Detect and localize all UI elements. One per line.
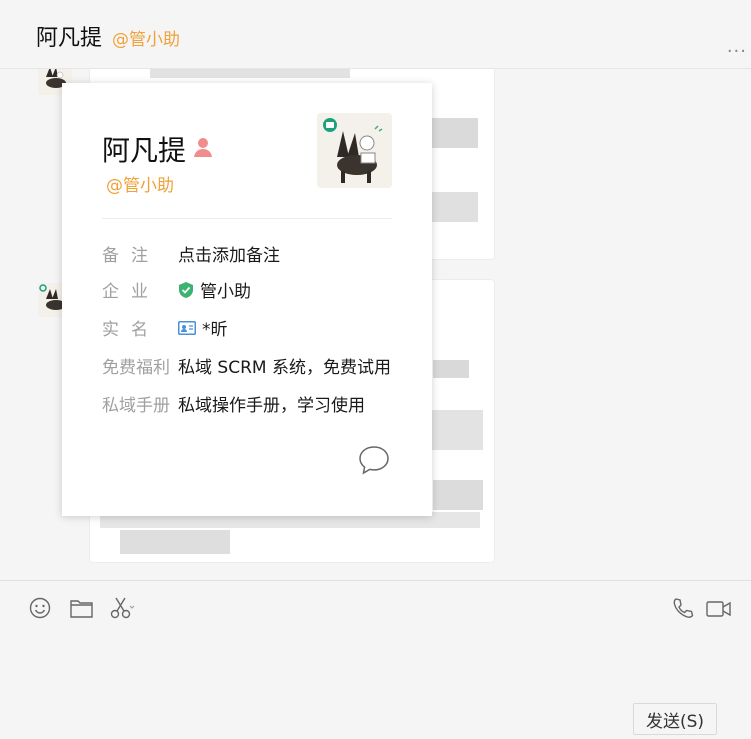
- blurred-content: [120, 530, 230, 554]
- company-value: 管小助: [178, 277, 392, 302]
- benefit-value[interactable]: 私域 SCRM 系统，免费试用: [178, 353, 392, 378]
- verified-shield-icon: [179, 281, 193, 298]
- input-toolbar: [0, 580, 751, 636]
- blurred-content: [432, 192, 478, 222]
- manual-label: 私域手册: [102, 396, 170, 416]
- realname-text: *昕: [202, 320, 228, 340]
- send-message-icon[interactable]: [358, 445, 390, 475]
- divider: [102, 218, 392, 219]
- blurred-content: [433, 480, 483, 510]
- phone-call-icon[interactable]: [672, 597, 694, 619]
- more-button[interactable]: ...: [727, 36, 747, 57]
- remark-label: 备注: [102, 246, 160, 266]
- realname-label: 实名: [102, 320, 160, 340]
- manual-row[interactable]: 私域手册 私域操作手册，学习使用: [102, 391, 392, 416]
- add-remark-text: 点击添加备注: [178, 246, 280, 266]
- chat-header: 阿凡提 @管小助 ...: [0, 0, 751, 69]
- profile-avatar[interactable]: [317, 113, 392, 188]
- company-name: 管小助: [200, 282, 251, 302]
- realname-row: 实名 *昕: [102, 315, 392, 340]
- profile-name: 阿凡提: [102, 134, 187, 167]
- send-button[interactable]: 发送(S): [633, 703, 717, 735]
- profile-card: 阿凡提 @管小助 备注 点击添加备注 企业 管小助 实名 *昕 免费福利 私域 …: [62, 83, 432, 516]
- manual-value[interactable]: 私域操作手册，学习使用: [178, 391, 392, 416]
- blurred-content: [433, 360, 469, 378]
- contact-corp: @管小助: [112, 30, 180, 50]
- blurred-content: [423, 410, 483, 450]
- blurred-content: [432, 118, 478, 148]
- scissors-icon[interactable]: [110, 597, 136, 619]
- id-card-icon: [178, 320, 196, 335]
- video-call-icon[interactable]: [706, 600, 732, 618]
- remark-row[interactable]: 备注 点击添加备注: [102, 241, 392, 266]
- company-row: 企业 管小助: [102, 277, 392, 302]
- user-icon: [194, 138, 212, 157]
- benefit-row[interactable]: 免费福利 私域 SCRM 系统，免费试用: [102, 353, 392, 378]
- add-remark-link[interactable]: 点击添加备注: [178, 241, 392, 266]
- blurred-content: [150, 69, 350, 78]
- realname-value: *昕: [178, 315, 392, 340]
- folder-icon[interactable]: [70, 599, 93, 618]
- profile-corp: @管小助: [106, 176, 174, 196]
- company-label: 企业: [102, 282, 160, 302]
- contact-name[interactable]: 阿凡提: [36, 20, 102, 52]
- emoji-icon[interactable]: [29, 597, 51, 619]
- avatar-illustration-icon: [317, 113, 392, 188]
- benefit-label: 免费福利: [102, 358, 170, 378]
